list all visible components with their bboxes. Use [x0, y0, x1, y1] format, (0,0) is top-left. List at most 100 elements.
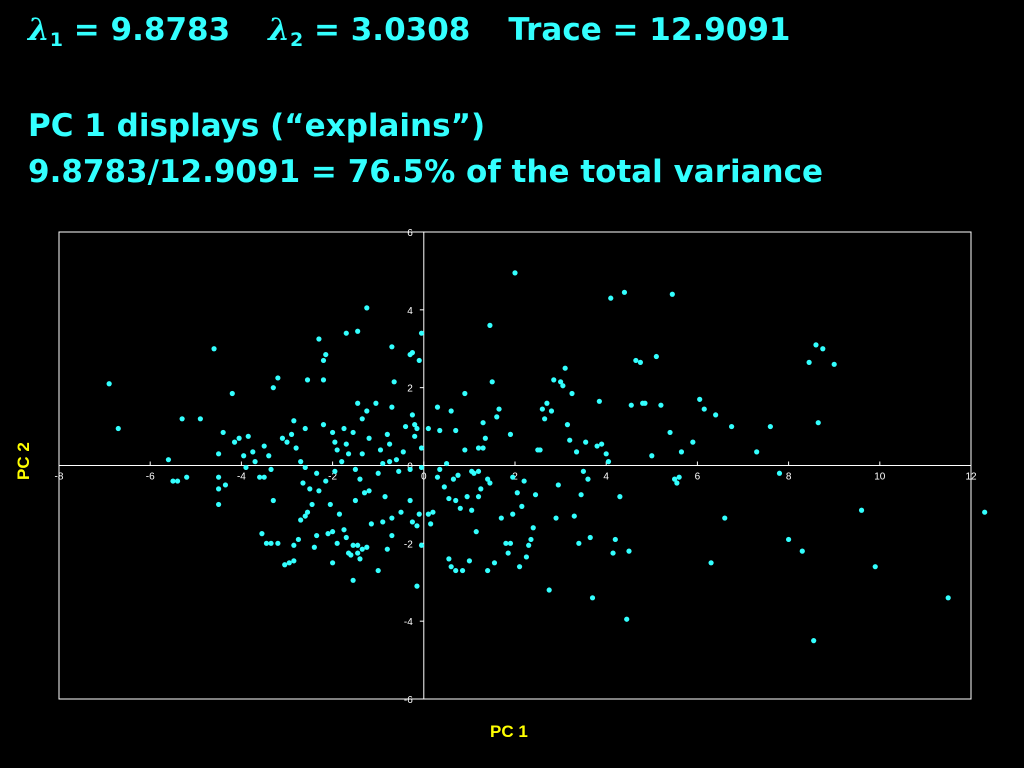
data-point [339, 459, 345, 465]
data-point [494, 414, 500, 420]
data-point [580, 468, 587, 474]
data-point [813, 342, 819, 348]
data-point [448, 564, 454, 570]
data-point [304, 509, 311, 515]
data-point [355, 542, 361, 548]
data-point [302, 464, 308, 471]
data-point [612, 536, 618, 543]
data-point [480, 420, 486, 426]
data-point [314, 470, 320, 476]
data-point [605, 459, 612, 465]
data-point [548, 408, 555, 414]
data-point [799, 548, 805, 554]
data-point [637, 359, 644, 365]
data-point [453, 567, 459, 574]
data-point [275, 540, 281, 546]
data-point [311, 544, 317, 550]
data-point [441, 484, 447, 490]
data-point [236, 435, 242, 441]
data-point [806, 359, 812, 365]
data-point [343, 330, 349, 336]
data-point [872, 564, 878, 570]
data-point [350, 542, 356, 548]
data-point [571, 513, 577, 519]
data-point [457, 505, 463, 511]
data-point [330, 429, 336, 436]
data-point [334, 447, 340, 453]
data-point [713, 412, 719, 418]
scatter-chart: -8-6-4-2024681012-6-4-20246 [55, 228, 988, 706]
data-point [293, 445, 299, 451]
x-tick-label: -6 [146, 472, 155, 483]
data-point [418, 445, 425, 451]
data-point [355, 328, 361, 334]
data-point [174, 478, 181, 484]
data-point [544, 400, 550, 406]
data-point [521, 478, 527, 484]
data-point [594, 443, 600, 449]
y-tick-label: -6 [404, 695, 413, 706]
data-point [480, 445, 486, 451]
data-point [170, 478, 176, 484]
data-point [359, 451, 365, 457]
data-point [389, 515, 395, 521]
data-point [729, 423, 735, 430]
data-point [216, 501, 222, 508]
data-point [446, 495, 452, 502]
data-point [539, 406, 545, 412]
data-point [270, 497, 276, 504]
data-point [332, 439, 338, 445]
data-point [455, 472, 461, 478]
data-point [569, 390, 575, 397]
data-point [359, 416, 365, 422]
data-point [418, 464, 425, 471]
data-point [261, 443, 267, 449]
data-point [642, 400, 648, 406]
data-point [505, 550, 511, 556]
data-point [416, 357, 422, 364]
data-point [384, 431, 390, 437]
data-point [626, 548, 632, 554]
data-point [357, 476, 363, 482]
data-point [491, 560, 498, 566]
data-point [398, 509, 404, 515]
data-point [523, 554, 530, 560]
data-point [596, 398, 602, 404]
data-point [316, 336, 322, 342]
data-point [416, 511, 422, 517]
data-point [355, 400, 361, 406]
data-point [261, 474, 267, 480]
data-point [314, 532, 320, 539]
data-point [678, 449, 685, 455]
data-point [323, 351, 329, 358]
data-point [434, 404, 441, 410]
data-point [485, 567, 491, 574]
data-point [325, 531, 331, 537]
data-point [653, 353, 659, 360]
data-point [510, 511, 516, 517]
data-point [250, 449, 256, 455]
data-point [352, 466, 358, 472]
data-point [343, 534, 349, 541]
data-point [389, 344, 395, 350]
data-point [165, 457, 172, 463]
data-point [555, 482, 561, 488]
data-point [295, 536, 301, 543]
data-point [291, 418, 297, 424]
data-point [357, 556, 363, 562]
data-point [516, 564, 523, 570]
data-point [444, 460, 450, 467]
data-point [330, 560, 336, 566]
x-tick-label: -4 [237, 472, 246, 483]
data-point [216, 474, 222, 480]
data-point [279, 435, 286, 441]
data-point [776, 470, 783, 476]
data-point [412, 422, 418, 428]
data-point [220, 429, 226, 436]
data-point [184, 474, 190, 480]
data-point [332, 468, 338, 474]
data-point [722, 515, 728, 521]
data-point [266, 453, 272, 459]
data-point [610, 550, 616, 556]
data-point [320, 422, 327, 428]
